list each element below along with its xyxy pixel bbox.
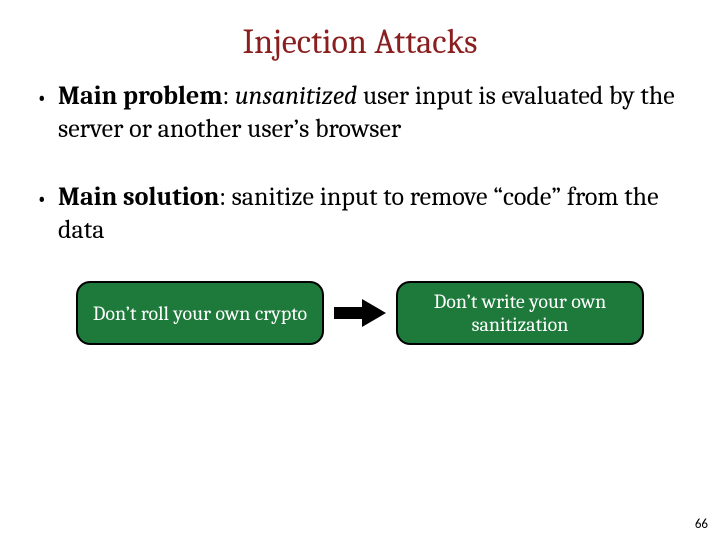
bullet-label: Main problem [58,81,223,111]
pill-right: Don’t write your own sanitization [396,281,644,345]
bullet-item: • Main solution: sanitize input to remov… [36,181,684,248]
page-number: 66 [695,517,708,532]
slide-title: Injection Attacks [0,0,720,62]
bullet-emphasis: unsanitized [235,81,357,111]
slide-body: • Main problem: unsanitized user input i… [0,62,720,345]
bullet-label: Main solution [58,182,219,212]
arrow-right-icon [332,298,388,328]
slide: Injection Attacks • Main problem: unsani… [0,0,720,540]
bullet-dot-icon: • [36,80,58,147]
bullet-dot-icon: • [36,181,58,248]
bullet-sep: : [223,81,235,111]
bullet-text: Main problem: unsanitized user input is … [58,80,684,147]
bullet-text: Main solution: sanitize input to remove … [58,181,684,248]
pill-row: Don’t roll your own crypto Don’t write y… [36,281,684,345]
pill-left: Don’t roll your own crypto [76,281,324,345]
bullet-sep: : [219,182,231,212]
bullet-item: • Main problem: unsanitized user input i… [36,80,684,147]
